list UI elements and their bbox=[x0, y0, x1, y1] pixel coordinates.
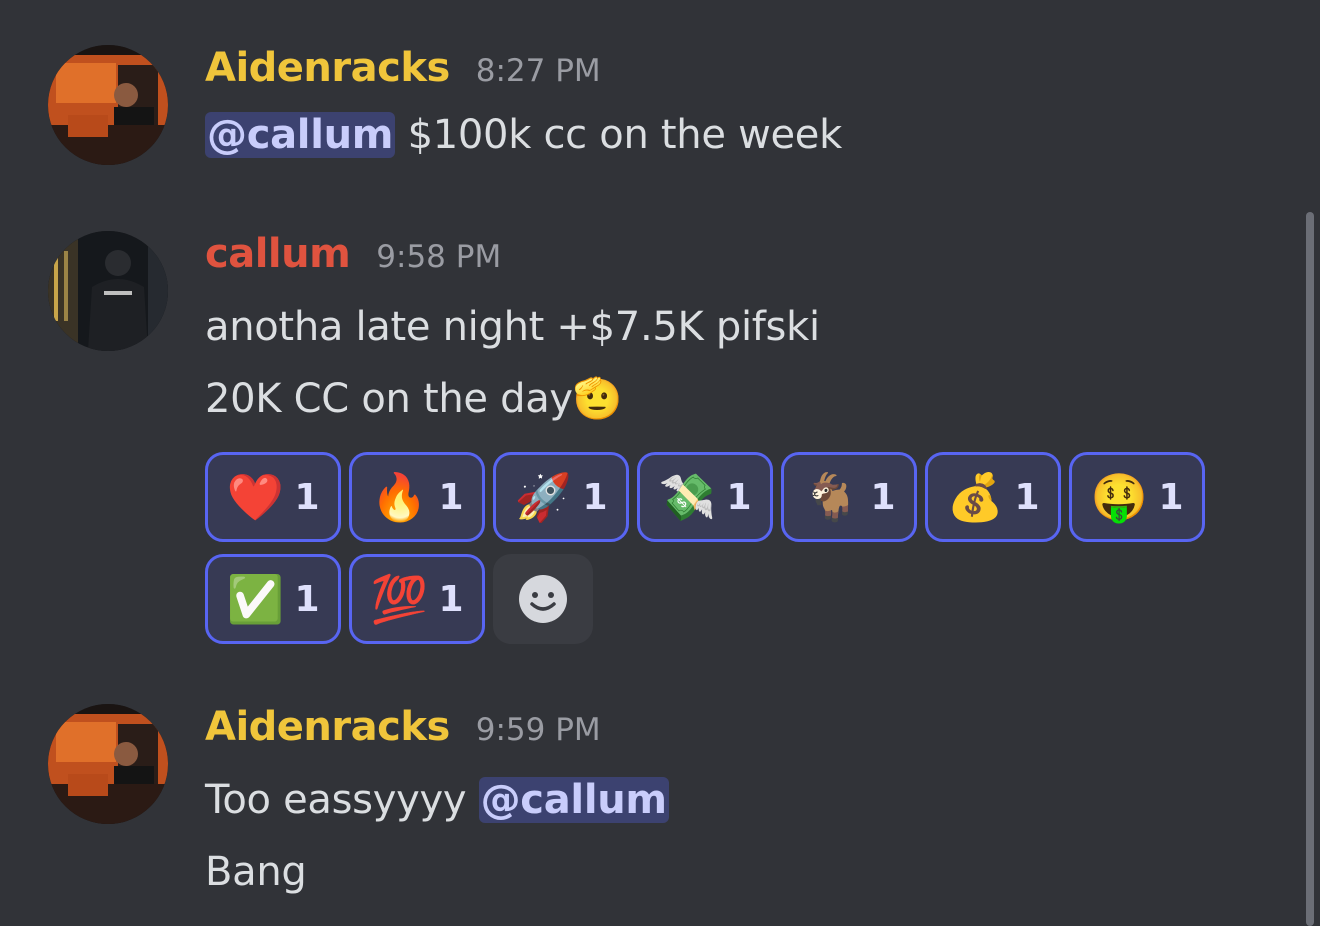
username[interactable]: callum bbox=[205, 231, 351, 277]
message-text: @callum $100k cc on the week bbox=[205, 110, 1265, 160]
reaction-count: 1 bbox=[294, 476, 320, 518]
timestamp: 8:27 PM bbox=[475, 53, 601, 89]
rocket-icon: 🚀 bbox=[514, 470, 573, 524]
reaction-money-with-wings[interactable]: 💸 1 bbox=[637, 452, 773, 542]
reaction-rocket[interactable]: 🚀 1 bbox=[493, 452, 629, 542]
money-bag-icon: 💰 bbox=[946, 470, 1005, 524]
reaction-count: 1 bbox=[726, 476, 752, 518]
red-heart-icon: ❤️ bbox=[226, 470, 285, 524]
reaction-goat[interactable]: 🐐 1 bbox=[781, 452, 917, 542]
saluting-face-icon: 🫡 bbox=[572, 376, 623, 422]
message-text: Too eassyyyy @callum bbox=[205, 775, 1265, 825]
reaction-count: 1 bbox=[1158, 476, 1184, 518]
reaction-red-heart[interactable]: ❤️ 1 bbox=[205, 452, 341, 542]
reaction-count: 1 bbox=[870, 476, 896, 518]
reactions-bar: ❤️ 1 🔥 1 🚀 1 💸 1 🐐 1 💰 1 🤑 1 ✅ 1 💯 1 bbox=[205, 452, 1215, 644]
message-text-segment: Too eassyyyy bbox=[205, 777, 479, 823]
message-text: 20K CC on the day🫡 bbox=[205, 374, 1265, 424]
reaction-check-mark[interactable]: ✅ 1 bbox=[205, 554, 341, 644]
money-with-wings-icon: 💸 bbox=[658, 470, 717, 524]
message-text-segment: 20K CC on the day bbox=[205, 376, 573, 422]
reaction-count: 1 bbox=[438, 476, 464, 518]
message-text: Bang bbox=[205, 849, 307, 895]
chat-messages: Aidenracks 8:27 PM @callum $100k cc on t… bbox=[0, 0, 1320, 926]
reaction-hundred-points[interactable]: 💯 1 bbox=[349, 554, 485, 644]
money-mouth-face-icon: 🤑 bbox=[1090, 470, 1149, 524]
reaction-count: 1 bbox=[1014, 476, 1040, 518]
avatar[interactable] bbox=[48, 231, 168, 351]
timestamp: 9:58 PM bbox=[376, 239, 502, 275]
avatar[interactable] bbox=[48, 45, 168, 165]
message-text-segment: $100k cc on the week bbox=[395, 112, 843, 158]
reaction-count: 1 bbox=[438, 578, 464, 620]
message-text: anotha late night +$7.5K pifski bbox=[205, 304, 820, 350]
username[interactable]: Aidenracks bbox=[205, 704, 450, 750]
user-mention[interactable]: @callum bbox=[205, 112, 396, 158]
goat-icon: 🐐 bbox=[802, 470, 861, 524]
fire-icon: 🔥 bbox=[370, 470, 429, 524]
scrollbar[interactable] bbox=[1306, 212, 1314, 926]
timestamp: 9:59 PM bbox=[475, 712, 601, 748]
username[interactable]: Aidenracks bbox=[205, 45, 450, 91]
reaction-fire[interactable]: 🔥 1 bbox=[349, 452, 485, 542]
check-mark-icon: ✅ bbox=[226, 572, 285, 626]
user-mention[interactable]: @callum bbox=[478, 777, 669, 823]
hundred-points-icon: 💯 bbox=[370, 572, 429, 626]
reaction-count: 1 bbox=[294, 578, 320, 620]
reaction-money-bag[interactable]: 💰 1 bbox=[925, 452, 1061, 542]
smiley-face-icon bbox=[519, 575, 567, 623]
reaction-money-mouth-face[interactable]: 🤑 1 bbox=[1069, 452, 1205, 542]
avatar[interactable] bbox=[48, 704, 168, 824]
reaction-count: 1 bbox=[582, 476, 608, 518]
add-reaction-button[interactable] bbox=[493, 554, 593, 644]
